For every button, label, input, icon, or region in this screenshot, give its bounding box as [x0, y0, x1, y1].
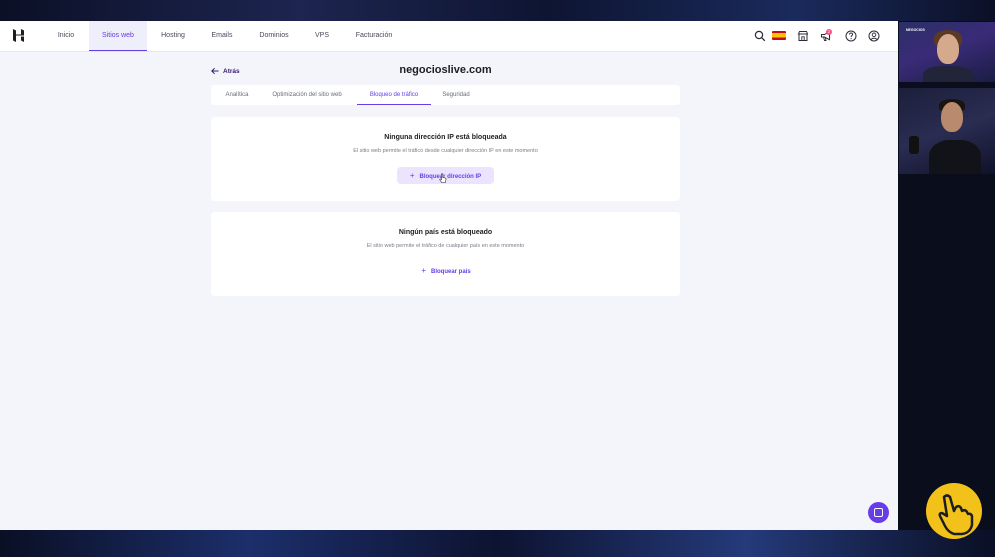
- nav-item-dominios[interactable]: Dominios: [254, 21, 294, 51]
- search-icon[interactable]: [754, 30, 766, 42]
- screen-frame-top: [0, 0, 995, 21]
- spain-flag-icon[interactable]: [772, 31, 786, 40]
- microphone-icon: [909, 136, 919, 154]
- account-icon[interactable]: [868, 30, 880, 42]
- tab-bar: Analítica Optimización del sitio web Blo…: [211, 85, 680, 105]
- pointing-hand-logo-icon: [926, 483, 982, 539]
- person-face: [941, 102, 963, 132]
- tab-analitica[interactable]: Analítica: [217, 85, 257, 105]
- webcam-tag: NEGOCIOS: [906, 28, 925, 32]
- webcam-bottom: [899, 88, 995, 174]
- chat-button[interactable]: [868, 502, 889, 523]
- block-ip-label: Bloquear dirección IP: [419, 174, 482, 180]
- tab-bloqueo-de-trafico[interactable]: Bloqueo de tráfico: [357, 85, 431, 105]
- nav-item-hosting[interactable]: Hosting: [154, 21, 192, 51]
- nav-item-facturacion[interactable]: Facturación: [348, 21, 400, 51]
- country-card-description: El sitio web permite el tráfico de cualq…: [366, 243, 525, 249]
- store-icon[interactable]: [797, 30, 809, 42]
- person-body: [923, 66, 973, 82]
- plus-icon: +: [409, 171, 415, 180]
- nav-item-emails[interactable]: Emails: [203, 21, 241, 51]
- page-title: negocioslive.com: [399, 64, 492, 76]
- nav-item-vps[interactable]: VPS: [308, 21, 336, 51]
- ip-card-title: Ninguna dirección IP está bloqueada: [384, 134, 507, 141]
- hand-icon: [938, 494, 974, 536]
- country-block-card: Ningún país está bloqueado El sitio web …: [211, 212, 680, 296]
- person-face: [937, 34, 959, 64]
- country-card-title: Ningún país está bloqueado: [398, 229, 493, 236]
- ip-block-card: Ninguna dirección IP está bloqueada El s…: [211, 117, 680, 201]
- browser-app: Inicio Sitios web Hosting Emails Dominio…: [0, 21, 898, 530]
- hand-cursor-icon: [439, 173, 447, 183]
- person-body: [929, 140, 981, 174]
- chat-icon: [874, 508, 883, 517]
- plus-icon: +: [421, 266, 426, 275]
- help-icon[interactable]: [845, 30, 857, 42]
- tab-seguridad[interactable]: Seguridad: [437, 85, 475, 105]
- ip-card-description: El sitio web permite el tráfico desde cu…: [353, 148, 538, 154]
- webcam-top: NEGOCIOS: [899, 22, 995, 82]
- nav-item-sitios-web[interactable]: Sitios web: [89, 21, 147, 51]
- block-country-label: Bloquear país: [430, 269, 471, 275]
- screen-frame-bottom: [0, 530, 995, 557]
- nav-item-inicio[interactable]: Inicio: [48, 21, 84, 51]
- hostinger-logo-icon[interactable]: [12, 29, 25, 42]
- notification-badge: 2: [826, 29, 832, 35]
- block-country-button[interactable]: + Bloquear país: [411, 262, 481, 279]
- tab-optimizacion[interactable]: Optimización del sitio web: [265, 85, 349, 105]
- top-navigation: Inicio Sitios web Hosting Emails Dominio…: [0, 21, 898, 52]
